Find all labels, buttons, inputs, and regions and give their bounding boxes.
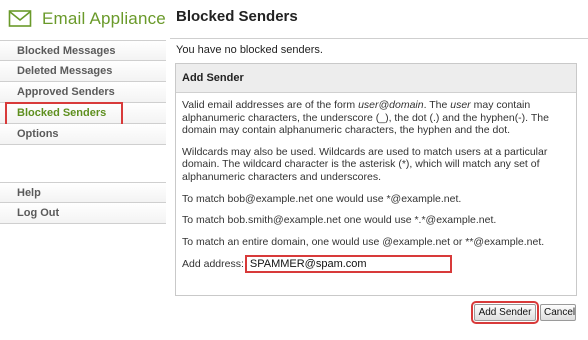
sidebar-item-blocked-senders[interactable]: Blocked Senders <box>0 102 166 129</box>
sidebar-item-deleted-messages[interactable]: Deleted Messages <box>0 61 166 82</box>
cancel-button[interactable]: Cancel <box>540 304 576 321</box>
add-address-label: Add address: <box>182 258 244 271</box>
add-address-row: Add address: <box>182 255 570 274</box>
example-1: To match bob@example.net one would use *… <box>182 192 462 205</box>
app-logo: Email Appliance <box>8 6 166 32</box>
wildcard-help: Wildcards may also be used. Wildcards ar… <box>182 145 548 183</box>
example-3: To match an entire domain, one would use… <box>182 235 545 248</box>
status-message: You have no blocked senders. <box>176 44 323 56</box>
page-title: Blocked Senders <box>176 8 298 25</box>
header-divider <box>170 38 588 39</box>
address-format-help: Valid email addresses are of the form us… <box>182 99 570 137</box>
panel-body: Valid email addresses are of the form us… <box>176 93 576 274</box>
app-name: Email Appliance <box>42 9 166 28</box>
panel-title: Add Sender <box>176 64 576 93</box>
help-text: . The <box>423 99 451 111</box>
help-text-emphasis: user <box>450 99 471 111</box>
sidebar-item-blocked-messages[interactable]: Blocked Messages <box>0 40 166 61</box>
example-2: To match bob.smith@example.net one would… <box>182 214 497 227</box>
sidebar-item-approved-senders[interactable]: Approved Senders <box>0 82 166 103</box>
add-sender-panel: Add Sender Valid email addresses are of … <box>175 63 577 296</box>
help-text: Valid email addresses are of the form <box>182 99 359 111</box>
help-text-emphasis: user@domain <box>358 99 424 111</box>
envelope-icon <box>8 10 32 27</box>
sidebar-item-options[interactable]: Options <box>0 124 166 145</box>
add-address-input[interactable] <box>244 255 452 274</box>
sidebar-nav: Blocked Messages Deleted Messages Approv… <box>0 40 166 224</box>
sidebar-item-log-out[interactable]: Log Out <box>0 203 166 224</box>
add-sender-button[interactable]: Add Sender <box>471 301 539 324</box>
sidebar-item-help[interactable]: Help <box>0 182 166 203</box>
